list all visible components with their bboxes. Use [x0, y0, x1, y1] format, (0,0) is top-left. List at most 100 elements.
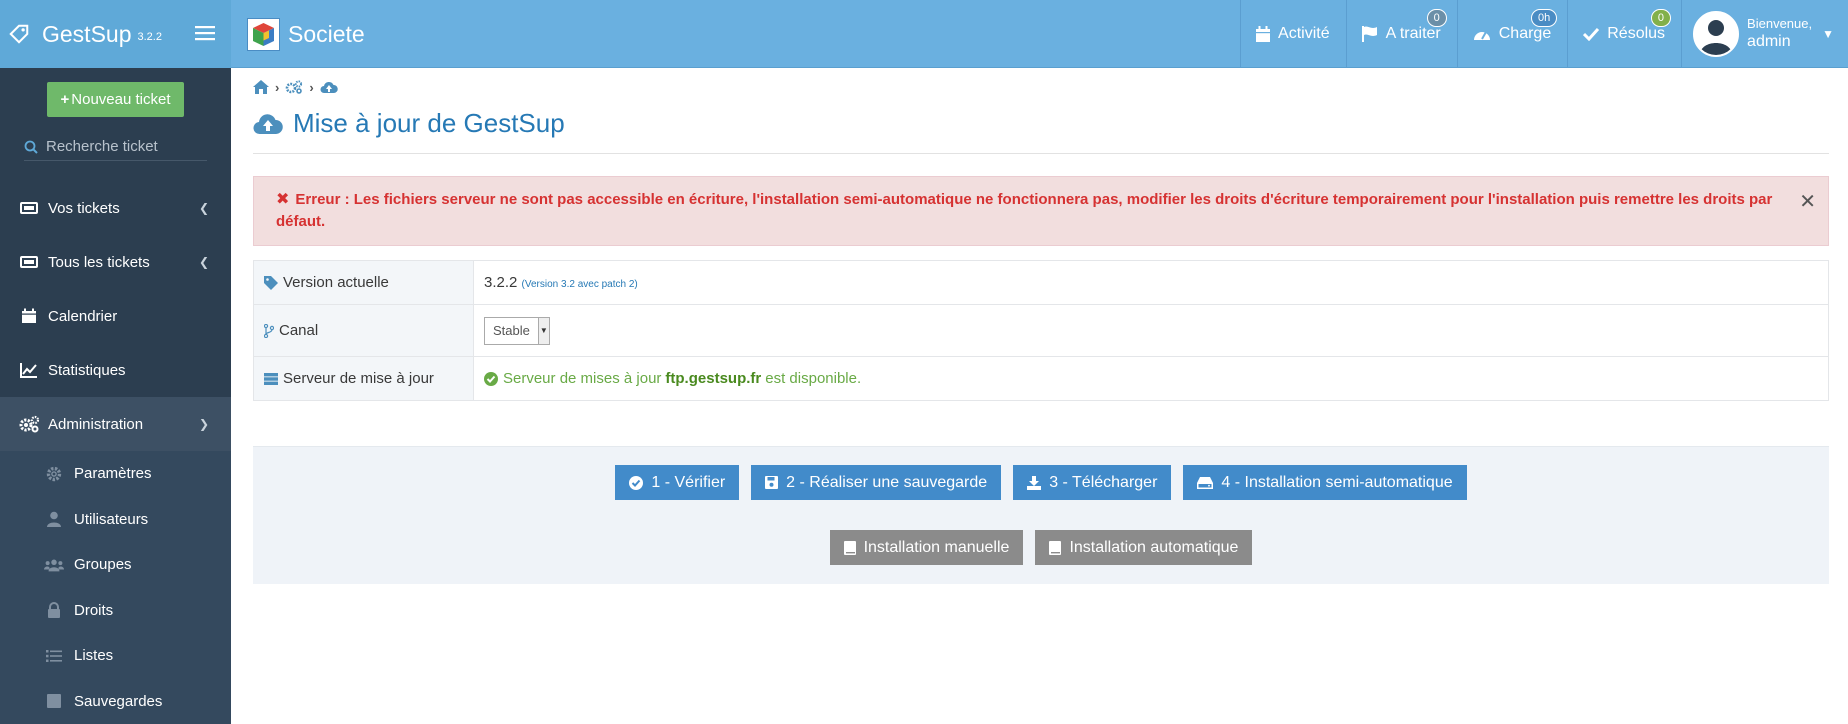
- version-label-cell: Version actuelle: [254, 261, 474, 305]
- breadcrumb-separator-icon: ›: [309, 80, 313, 95]
- channel-selected-value: Stable: [485, 318, 538, 344]
- sidebar-item-tous-les-tickets[interactable]: Tous les tickets ❮: [0, 235, 231, 289]
- chart-line-icon: [18, 361, 40, 379]
- sidebar: GestSup 3.2.2 +Nouveau ticket Vos ticket…: [0, 0, 231, 709]
- home-icon[interactable]: [253, 80, 269, 94]
- server-status-cell: Serveur de mises à jour ftp.gestsup.fr e…: [474, 357, 1829, 401]
- verify-button[interactable]: 1 - Vérifier: [615, 465, 739, 500]
- sidebar-item-utilisateurs[interactable]: Utilisateurs: [0, 497, 231, 543]
- server-status-suffix: est disponible.: [765, 370, 861, 387]
- channel-label: Canal: [279, 322, 318, 339]
- topbar-nav: Activité A traiter 0 Charge 0h Résolus 0: [1240, 0, 1848, 68]
- sidebar-sub-label: Droits: [74, 602, 113, 619]
- download-label: 3 - Télécharger: [1049, 474, 1157, 492]
- new-ticket-button[interactable]: +Nouveau ticket: [47, 82, 184, 117]
- server-status: Serveur de mises à jour ftp.gestsup.fr e…: [484, 370, 1818, 387]
- download-icon: [1027, 476, 1041, 490]
- version-label: Version actuelle: [283, 274, 389, 291]
- user-menu[interactable]: Bienvenue, admin ▼: [1681, 0, 1848, 68]
- error-x-icon: ✖: [276, 191, 289, 208]
- sidebar-item-label: Tous les tickets: [48, 254, 150, 271]
- tag-logo-icon: [8, 23, 30, 45]
- list-icon: [44, 647, 64, 665]
- sidebar-item-label: Vos tickets: [48, 200, 120, 217]
- semi-auto-install-button[interactable]: 4 - Installation semi-automatique: [1183, 465, 1466, 500]
- save-icon: [44, 692, 64, 710]
- server-label-cell: Serveur de mise à jour: [254, 357, 474, 401]
- sidebar-nav: Vos tickets ❮ Tous les tickets ❮ Calendr…: [0, 181, 231, 724]
- search-input[interactable]: [46, 138, 196, 155]
- charge-label: Charge: [1499, 25, 1551, 43]
- sidebar-item-label: Administration: [48, 416, 143, 433]
- check-icon: [1583, 27, 1599, 41]
- sidebar-item-listes[interactable]: Listes: [0, 633, 231, 679]
- users-icon: [44, 556, 64, 574]
- breadcrumb-separator-icon: ›: [275, 80, 279, 95]
- company-name[interactable]: Societe: [247, 18, 365, 51]
- todo-button[interactable]: A traiter 0: [1346, 0, 1457, 68]
- breadcrumb: › ›: [253, 78, 1829, 96]
- sidebar-sub-label: Paramètres: [74, 465, 152, 482]
- company-logo-icon: [247, 18, 280, 51]
- sidebar-item-calendrier[interactable]: Calendrier: [0, 289, 231, 343]
- user-icon: [44, 510, 64, 528]
- book-icon: [1049, 541, 1061, 555]
- avatar: [1693, 11, 1739, 57]
- sidebar-item-sauvegardes[interactable]: Sauvegardes: [0, 679, 231, 724]
- save-icon: [765, 476, 778, 489]
- cloud-upload-icon[interactable]: [320, 81, 338, 94]
- resolved-button[interactable]: Résolus 0: [1567, 0, 1681, 68]
- sidebar-item-administration[interactable]: Administration ❯: [0, 397, 231, 451]
- hdd-icon: [1197, 477, 1213, 489]
- actions-panel: 1 - Vérifier 2 - Réaliser une sauvegarde…: [253, 446, 1829, 584]
- charge-button[interactable]: Charge 0h: [1457, 0, 1567, 68]
- semi-auto-install-label: 4 - Installation semi-automatique: [1221, 474, 1452, 492]
- sidebar-item-groupes[interactable]: Groupes: [0, 542, 231, 588]
- todo-badge: 0: [1427, 9, 1447, 27]
- install-buttons-row: Installation manuelle Installation autom…: [253, 530, 1829, 565]
- sidebar-sub-label: Listes: [74, 647, 113, 664]
- manual-install-label: Installation manuelle: [864, 539, 1010, 557]
- sidebar-item-label: Statistiques: [48, 362, 126, 379]
- table-row: Serveur de mise à jour Serveur de mises …: [254, 357, 1829, 401]
- user-name: admin: [1747, 32, 1812, 52]
- version-value: 3.2.2: [484, 274, 517, 291]
- check-circle-icon: [629, 476, 643, 490]
- update-info-table: Version actuelle 3.2.2 (Version 3.2 avec…: [253, 260, 1829, 401]
- auto-install-button[interactable]: Installation automatique: [1035, 530, 1252, 565]
- calendar-icon: [18, 307, 40, 325]
- activity-button[interactable]: Activité: [1240, 0, 1346, 68]
- channel-label-cell: Canal: [254, 305, 474, 357]
- sidebar-item-droits[interactable]: Droits: [0, 588, 231, 634]
- tag-icon: [264, 276, 278, 290]
- calendar-icon: [1256, 26, 1270, 42]
- manual-install-button[interactable]: Installation manuelle: [830, 530, 1024, 565]
- main-content: › › Mise à jour de GestSup ✖Erreur : Les…: [253, 68, 1829, 584]
- ticket-icon: [18, 253, 40, 271]
- channel-value-cell: Stable ▼: [474, 305, 1829, 357]
- sidebar-sub-label: Utilisateurs: [74, 511, 148, 528]
- alert-text: Erreur : Les fichiers serveur ne sont pa…: [276, 191, 1772, 230]
- channel-select[interactable]: Stable ▼: [484, 317, 550, 345]
- cloud-upload-icon: [253, 113, 283, 135]
- close-icon[interactable]: ✕: [1799, 191, 1816, 213]
- download-button[interactable]: 3 - Télécharger: [1013, 465, 1171, 500]
- version-detail: (Version 3.2 avec patch 2): [522, 279, 638, 290]
- app-version: 3.2.2: [138, 31, 162, 43]
- brand: GestSup 3.2.2: [0, 0, 231, 68]
- sidebar-sub-label: Sauvegardes: [74, 693, 162, 710]
- cogs-icon[interactable]: [285, 80, 303, 94]
- chevron-left-icon: ❮: [199, 255, 209, 269]
- code-branch-icon: [264, 324, 274, 338]
- chevron-left-icon: ❮: [199, 201, 209, 215]
- sidebar-sub-label: Groupes: [74, 556, 132, 573]
- menu-toggle-icon[interactable]: [195, 24, 215, 42]
- sidebar-item-parametres[interactable]: Paramètres: [0, 451, 231, 497]
- lock-icon: [44, 601, 64, 619]
- admin-submenu: Paramètres Utilisateurs Groupes Droits: [0, 451, 231, 724]
- caret-down-icon: ▼: [1822, 27, 1834, 41]
- backup-button[interactable]: 2 - Réaliser une sauvegarde: [751, 465, 1001, 500]
- sidebar-item-vos-tickets[interactable]: Vos tickets ❮: [0, 181, 231, 235]
- new-ticket-label: Nouveau ticket: [71, 91, 170, 108]
- sidebar-item-statistiques[interactable]: Statistiques: [0, 343, 231, 397]
